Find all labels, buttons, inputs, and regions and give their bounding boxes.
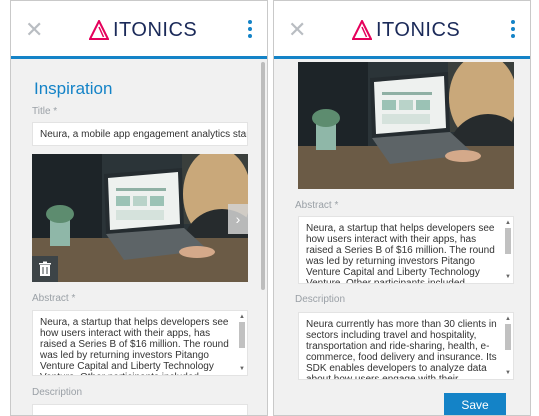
- form-content: Inspiration Title * Neura, a mobile app …: [11, 62, 267, 415]
- mobile-screen-form-scrolled: ✕ ITONICS Abstract * Neura, a startup th…: [273, 0, 531, 416]
- more-vertical-icon[interactable]: [247, 20, 253, 40]
- abstract-textarea[interactable]: Neura, a startup that helps developers s…: [298, 216, 514, 284]
- logo-triangle-icon: [352, 20, 372, 40]
- more-vertical-icon[interactable]: [510, 20, 516, 40]
- inspiration-image: [298, 62, 514, 189]
- app-header: ✕ ITONICS: [274, 1, 530, 59]
- save-button[interactable]: Save: [444, 393, 506, 415]
- laptop-photo: [32, 154, 248, 282]
- close-icon[interactable]: ✕: [288, 19, 306, 41]
- description-textarea[interactable]: [32, 404, 248, 415]
- title-label: Title *: [32, 106, 58, 117]
- abstract-scrollbar[interactable]: ▲ ▼: [239, 314, 245, 372]
- itonics-logo: ITONICS: [89, 19, 197, 41]
- description-textarea[interactable]: Neura currently has more than 30 clients…: [298, 312, 514, 380]
- description-label: Description: [295, 294, 346, 305]
- form-content: Abstract * Neura, a startup that helps d…: [274, 62, 530, 415]
- laptop-photo: [298, 62, 514, 189]
- page-title: Inspiration: [34, 79, 113, 98]
- mobile-screen-form-top: ✕ ITONICS Inspiration Title * Neura, a m…: [10, 0, 268, 416]
- abstract-text: Neura, a startup that helps developers s…: [306, 223, 495, 284]
- app-header: ✕ ITONICS: [11, 1, 267, 59]
- inspiration-image: ›: [32, 154, 248, 282]
- logo-triangle-icon: [89, 20, 109, 40]
- trash-icon[interactable]: [32, 256, 58, 282]
- description-label: Description: [32, 387, 83, 398]
- abstract-textarea[interactable]: Neura, a startup that helps developers s…: [32, 310, 248, 376]
- abstract-scrollbar[interactable]: ▲ ▼: [505, 220, 511, 280]
- description-scrollbar[interactable]: ▲ ▼: [505, 316, 511, 376]
- abstract-label: Abstract *: [295, 200, 339, 211]
- chevron-right-icon[interactable]: ›: [228, 204, 248, 234]
- brand-name: ITONICS: [113, 19, 198, 41]
- abstract-label: Abstract *: [32, 293, 76, 304]
- brand-name: ITONICS: [376, 19, 461, 41]
- page-scrollbar[interactable]: [261, 62, 265, 290]
- abstract-text: Neura, a startup that helps developers s…: [40, 317, 229, 375]
- itonics-logo: ITONICS: [352, 19, 460, 41]
- description-text: Neura currently has more than 30 clients…: [306, 319, 497, 380]
- close-icon[interactable]: ✕: [25, 19, 43, 41]
- title-input[interactable]: Neura, a mobile app engagement analytics…: [32, 122, 248, 146]
